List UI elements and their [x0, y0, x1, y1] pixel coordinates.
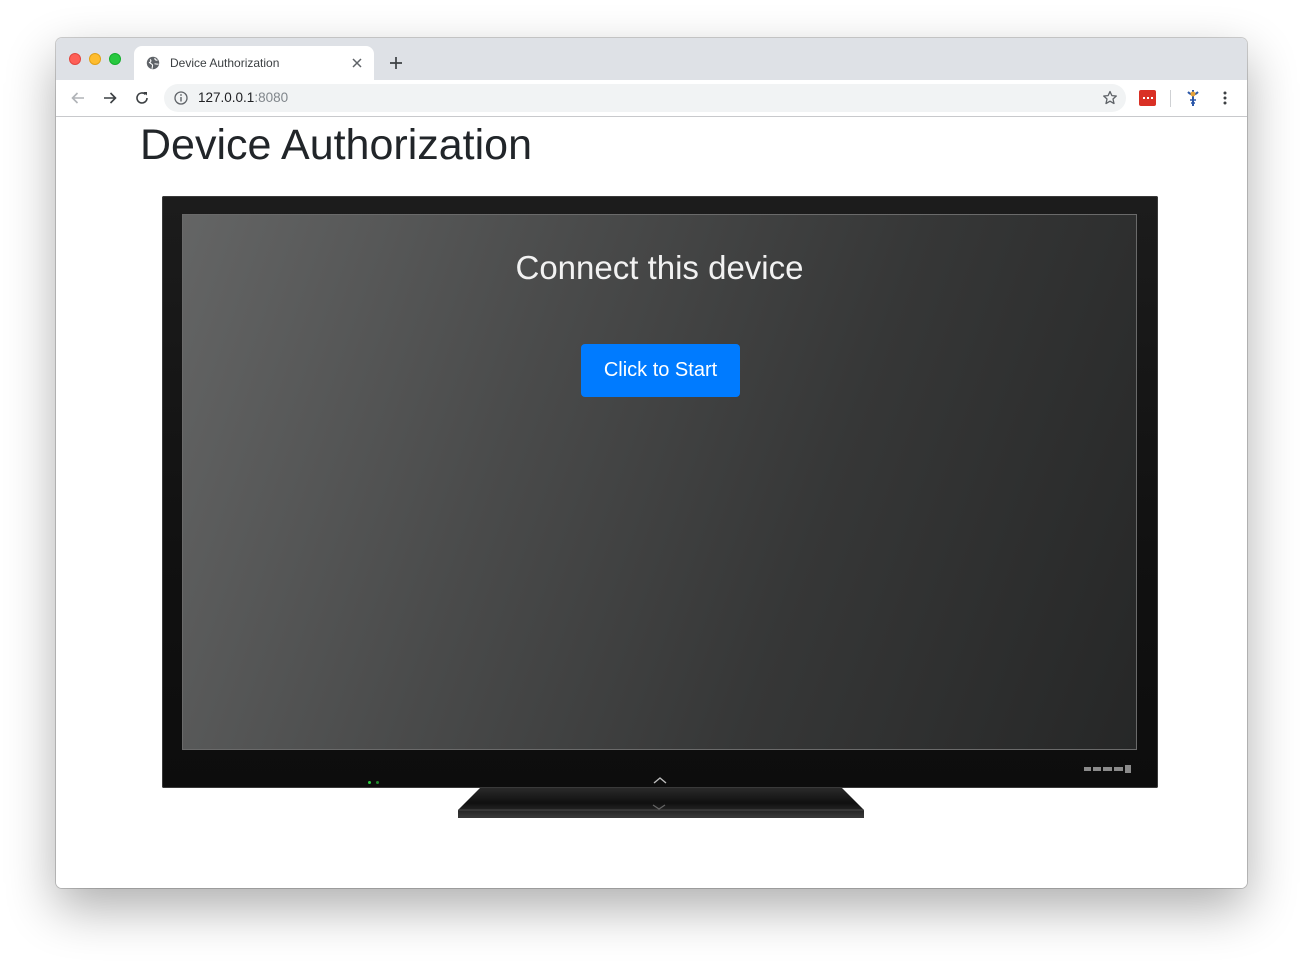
info-icon[interactable] — [174, 91, 188, 105]
browser-toolbar: 127.0.0.1:8080 — [56, 80, 1247, 117]
extension-icon[interactable] — [1139, 90, 1156, 106]
plus-icon — [390, 57, 402, 69]
page-title: Device Authorization — [140, 121, 532, 169]
url-port: :8080 — [254, 90, 289, 105]
forward-button[interactable] — [100, 88, 120, 108]
tab-close-button[interactable] — [348, 54, 366, 72]
start-button[interactable]: Click to Start — [581, 344, 740, 397]
address-bar[interactable]: 127.0.0.1:8080 — [164, 84, 1126, 112]
menu-icon[interactable] — [1216, 89, 1234, 107]
minimize-window-button[interactable] — [89, 53, 101, 65]
browser-window: Device Authorization 127.0.0.1:8080 Devi… — [56, 38, 1247, 888]
reload-button[interactable] — [132, 88, 152, 108]
tv-stand — [458, 788, 864, 818]
close-icon — [352, 58, 362, 68]
close-window-button[interactable] — [69, 53, 81, 65]
screen-heading: Connect this device — [515, 249, 804, 286]
back-button[interactable] — [68, 88, 88, 108]
extension-icon[interactable] — [1183, 88, 1203, 108]
toolbar-divider — [1170, 90, 1171, 107]
url-text: 127.0.0.1:8080 — [198, 90, 288, 105]
forward-icon — [104, 92, 117, 104]
tv-power-led — [368, 781, 371, 784]
reload-icon — [136, 92, 148, 104]
globe-icon — [146, 56, 160, 70]
tab-strip: Device Authorization — [56, 38, 1247, 80]
zoom-window-button[interactable] — [109, 53, 121, 65]
star-icon[interactable] — [1102, 90, 1118, 106]
tv-buttons — [1084, 765, 1131, 773]
tv-screen: Connect this device Click to Start — [182, 214, 1137, 750]
page-content: Device Authorization Connect this device… — [56, 117, 1247, 888]
back-icon — [71, 92, 84, 104]
tab-active[interactable]: Device Authorization — [134, 46, 374, 80]
chevron-up-icon — [653, 777, 667, 784]
tab-title: Device Authorization — [170, 56, 280, 70]
tv-power-led — [376, 781, 379, 784]
url-host: 127.0.0.1 — [198, 90, 255, 105]
new-tab-button[interactable] — [386, 53, 406, 73]
